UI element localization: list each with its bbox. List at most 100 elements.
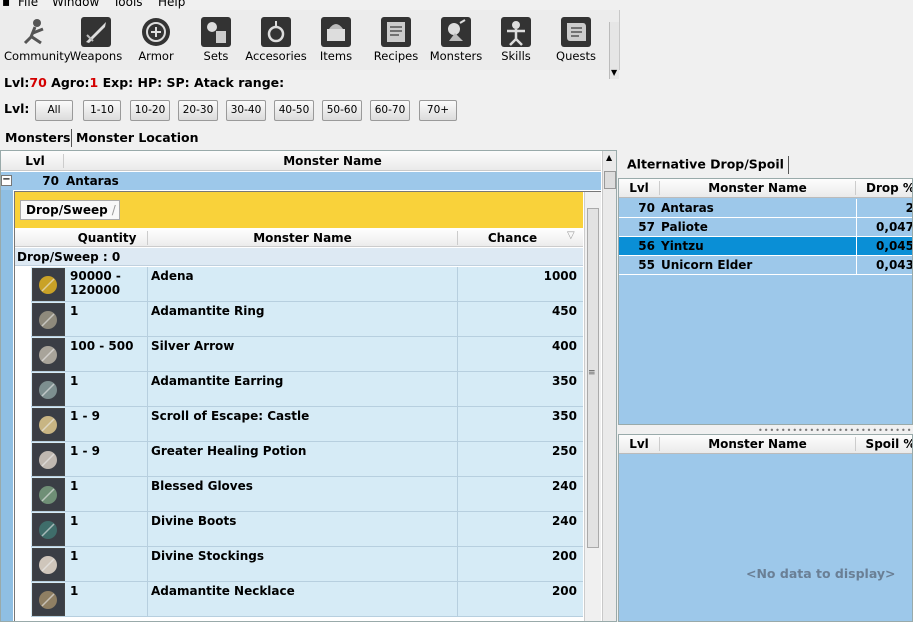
column-header-spoil-percent[interactable]: Spoil % [855,437,912,451]
column-header-lvl[interactable]: Lvl [619,437,659,451]
toolbar-recipes-button[interactable]: Recipes [364,14,428,68]
table-row[interactable]: 1 Blessed Gloves 240 [15,477,583,512]
menu-help[interactable]: Help [158,0,185,9]
menu-window[interactable]: Window [52,0,99,9]
toolbar-label: Skills [501,49,531,63]
column-header-lvl[interactable]: Lvl [619,181,659,195]
stockings-icon [32,548,65,581]
toolbar-armor-button[interactable]: Armor [124,14,188,68]
level-filter-10-20-button[interactable]: 10-20 [130,100,170,121]
scroll-up-icon[interactable]: ▲ [606,153,612,162]
toolbar-skills-button[interactable]: Skills [484,14,548,68]
spoil-percent-grid-header: Lvl Monster Name Spoil % [619,435,912,454]
row-chance: 350 [457,372,579,407]
toolbar-monsters-button[interactable]: Monsters [424,14,488,68]
row-level: 56 [638,239,655,253]
table-row[interactable]: 90000 - 120000 Adena 1000 [15,267,583,302]
sp-label: SP: [166,75,190,90]
toolbar-quests-button[interactable]: Quests [544,14,608,68]
row-drop-percent: 0,043 [856,256,912,274]
column-header-monster-name[interactable]: Monster Name [63,154,601,168]
table-row[interactable]: 1 Divine Stockings 200 [15,547,583,582]
toolbar-weapons-button[interactable]: Weapons [64,14,128,68]
alternative-drop-title: Alternative Drop/Spoil [627,156,784,172]
sets-icon [201,17,231,47]
adena-icon [32,268,65,301]
row-indent [15,302,31,337]
toolbar-accessories-button[interactable]: Accesories [244,14,308,68]
toolbar-label: Quests [556,49,596,63]
table-row[interactable]: 1 Adamantite Earring 350 [15,372,583,407]
column-header-chance[interactable]: Chance [457,231,567,245]
row-monster-name: Antaras [661,201,714,215]
monsters-icon [441,17,471,47]
detail-scrollbar[interactable]: ≡ [584,192,601,621]
monster-grid-header: Lvl Monster Name [1,151,601,171]
level-filter-50-60-button[interactable]: 50-60 [322,100,362,121]
table-row[interactable]: 1 Adamantite Ring 450 [15,302,583,337]
row-quantity: 100 - 500 [70,339,134,353]
monster-row[interactable]: − 70 Antaras [1,172,601,190]
row-indent [15,407,31,442]
toolbar-scroll-button[interactable]: ▼ [609,22,619,79]
potion-icon [32,443,65,476]
column-header-quantity[interactable]: Quantity [67,231,147,245]
arrow-icon [32,338,65,371]
sort-indicator-icon: / [111,203,116,217]
drop-grid-header: Quantity Monster Name Chance ▽ [15,230,583,247]
table-row[interactable]: 70 Antaras 2 [619,199,912,218]
column-header-drop-percent[interactable]: Drop % [855,181,912,195]
monster-grid-scrollbar[interactable]: ▲ [602,151,616,621]
main-toolbar: Community Weapons Armor Sets Accesories … [0,10,620,79]
table-row[interactable]: 1 - 9 Scroll of Escape: Castle 350 [15,407,583,442]
level-filter-40-50-button[interactable]: 40-50 [274,100,314,121]
group-row[interactable]: Drop/Sweep : 0 [15,248,583,266]
table-row[interactable]: 55 Unicorn Elder 0,043 [619,256,912,275]
row-level: 57 [638,220,655,234]
level-filter-20-30-button[interactable]: 20-30 [178,100,218,121]
table-row[interactable]: 1 Adamantite Necklace 200 [15,582,583,617]
row-item-name: Divine Stockings [147,547,457,582]
toolbar-items-button[interactable]: Items [304,14,368,68]
menu-tools[interactable]: Tools [113,0,143,9]
column-header-monster-name[interactable]: Monster Name [659,181,855,195]
toolbar-community-button[interactable]: Community [4,14,71,68]
level-filter-60-70-button[interactable]: 60-70 [370,100,410,121]
column-header-monster-name[interactable]: Monster Name [659,437,855,451]
menu-file[interactable]: File [18,0,38,9]
group-chip-drop-sweep[interactable]: Drop/Sweep / [20,200,120,220]
level-filter-label: Lvl: [4,101,30,116]
drop-detail-grid: Drop/Sweep / Quantity Monster Name Chance… [14,191,601,621]
row-indent [15,267,31,302]
toolbar-label: Sets [203,49,229,63]
app-menu-icon[interactable]: ▪ [2,0,10,9]
monster-level: 70 [42,174,59,188]
app-window: ▪ File Window Tools Help Community Weapo… [0,0,913,622]
row-monster-name: Unicorn Elder [661,258,753,272]
collapse-icon[interactable]: − [1,175,12,186]
alternative-drop-tab[interactable]: Alternative Drop/Spoil [627,156,789,174]
tab-monsters[interactable]: Monsters [5,130,70,145]
table-row[interactable]: 56 Yintzu 0,045 [619,237,912,256]
row-chance: 240 [457,512,579,547]
level-filter-30-40-button[interactable]: 30-40 [226,100,266,121]
column-header-lvl[interactable]: Lvl [1,154,63,168]
level-filter-all-button[interactable]: All [35,100,73,121]
table-row[interactable]: 57 Paliote 0,047 [619,218,912,237]
tab-monster-location[interactable]: Monster Location [76,130,198,145]
empty-grid-message: <No data to display> [746,566,896,581]
scroll-thumb[interactable] [604,171,616,189]
table-row[interactable]: 1 - 9 Greater Healing Potion 250 [15,442,583,477]
level-filter-70-plus-button[interactable]: 70+ [419,100,457,121]
row-item-name: Adamantite Necklace [147,582,457,617]
column-header-monster-name[interactable]: Monster Name [147,231,457,245]
table-row[interactable]: 1 Divine Boots 240 [15,512,583,547]
scroll-icon [32,408,65,441]
level-filter-1-10-button[interactable]: 1-10 [83,100,121,121]
table-row[interactable]: 100 - 500 Silver Arrow 400 [15,337,583,372]
skills-icon [501,17,531,47]
detail-scroll-thumb[interactable] [587,208,599,548]
row-quantity: 1 [70,584,79,598]
toolbar-sets-button[interactable]: Sets [184,14,248,68]
main-tabs: Monsters Monster Location [0,127,620,149]
